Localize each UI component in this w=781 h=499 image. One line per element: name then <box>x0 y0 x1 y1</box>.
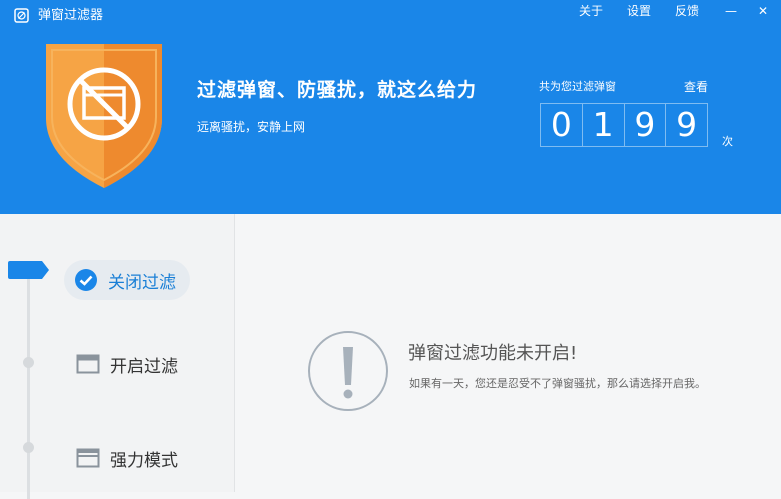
nav-item-label: 强力模式 <box>110 450 178 471</box>
shield-icon <box>46 44 162 188</box>
banner-subline: 远离骚扰，安静上网 <box>197 120 306 134</box>
window-icon <box>76 354 100 374</box>
minimize-button[interactable]: — <box>723 4 739 18</box>
app-logo-icon <box>14 8 29 23</box>
progress-track <box>27 269 30 499</box>
counter-digit: 1 <box>581 104 624 146</box>
filter-counter: 0 1 9 9 <box>540 103 708 147</box>
status-description: 如果有一天，您还是忍受不了弹窗骚扰，那么请选择开启我。 <box>409 377 706 390</box>
settings-menu[interactable]: 设置 <box>627 4 651 18</box>
nav-item-disable-filter[interactable]: 关闭过滤 <box>64 260 190 300</box>
counter-digit: 0 <box>550 105 572 144</box>
counter-unit: 次 <box>722 135 733 148</box>
main-panel: 弹窗过滤功能未开启! 如果有一天，您还是忍受不了弹窗骚扰，那么请选择开启我。 <box>235 214 781 492</box>
track-dot <box>23 442 34 453</box>
about-menu[interactable]: 关于 <box>579 4 603 18</box>
window-stack-icon <box>76 448 100 468</box>
close-button[interactable]: ✕ <box>755 4 771 18</box>
feedback-menu[interactable]: 反馈 <box>675 4 699 18</box>
nav-item-enable-filter[interactable]: 开启过滤 <box>76 344 178 384</box>
banner-headline: 过滤弹窗、防骚扰，就这么给力 <box>197 79 478 101</box>
view-link[interactable]: 查看 <box>684 80 708 94</box>
active-marker-icon <box>8 261 49 279</box>
sidebar: 关闭过滤 开启过滤 强力模式 <box>0 214 235 499</box>
track-dot <box>23 357 34 368</box>
app-title: 弹窗过滤器 <box>38 8 104 23</box>
counter-label: 共为您过滤弹窗 <box>539 80 616 93</box>
counter-digit: 9 <box>623 104 666 146</box>
nav-item-label: 开启过滤 <box>110 356 178 377</box>
title-bar[interactable]: 弹窗过滤器 关于 设置 反馈 — ✕ <box>0 0 781 30</box>
status-icon <box>308 331 388 411</box>
exclamation-icon <box>343 347 353 399</box>
header-banner: 弹窗过滤器 关于 设置 反馈 — ✕ 过滤弹窗、防骚扰，就这么给力 远离骚扰，安… <box>0 0 781 214</box>
nav-item-label: 关闭过滤 <box>108 272 176 293</box>
nav-item-power-mode[interactable]: 强力模式 <box>76 438 178 478</box>
status-title: 弹窗过滤功能未开启! <box>408 343 578 364</box>
counter-digit: 9 <box>665 104 707 146</box>
check-circle-icon <box>75 269 97 291</box>
